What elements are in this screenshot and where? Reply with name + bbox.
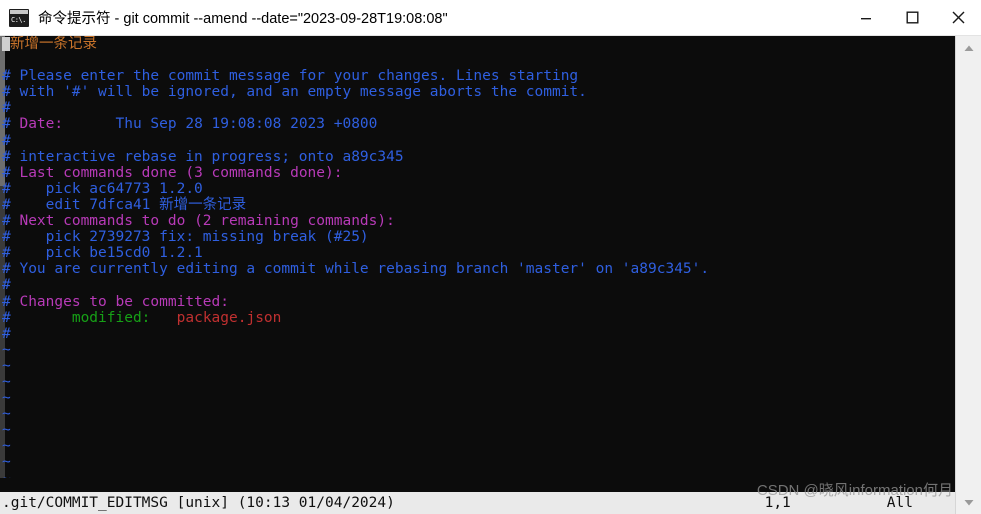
terminal-text: Changes to be committed:	[19, 293, 229, 310]
terminal-line-next-2: # pick be15cd0 1.2.1	[0, 245, 955, 261]
terminal-line-next-commands-header: # Next commands to do (2 remaining comma…	[0, 213, 955, 229]
chevron-up-icon	[964, 45, 973, 51]
terminal-line-currently-editing: # You are currently editing a commit whi…	[0, 261, 955, 277]
terminal-text: #	[2, 213, 20, 230]
terminal-line-changes-1: # modified: package.json	[0, 310, 955, 326]
maximize-icon	[906, 11, 919, 24]
terminal-text: #	[2, 277, 11, 294]
minimize-icon	[861, 17, 871, 19]
title-bar[interactable]: C:\. 命令提示符 - git commit --amend --date="…	[0, 0, 981, 36]
terminal-line-help-1: # Please enter the commit message for yo…	[0, 68, 955, 84]
scroll-down-arrow-icon[interactable]	[956, 490, 981, 514]
terminal-area[interactable]: 新增一条记录 # Please enter the commit message…	[0, 36, 981, 514]
close-button[interactable]	[935, 0, 981, 35]
terminal-text: package.json	[176, 309, 282, 326]
cmd-icon: C:\.	[9, 8, 29, 27]
terminal-text: 新增一条记录	[10, 36, 97, 52]
vertical-scrollbar[interactable]	[955, 36, 981, 514]
terminal-line-help-2: # with '#' will be ignored, and an empty…	[0, 84, 955, 100]
terminal-text: Next commands to do (2 remaining command…	[19, 213, 395, 230]
terminal-line-date: # Date: Thu Sep 28 19:08:08 2023 +0800	[0, 116, 955, 132]
terminal-text: ~	[2, 373, 11, 390]
terminal-text: ~	[2, 438, 11, 455]
vim-status-bar: .git/COMMIT_EDITMSG [unix] (10:13 01/04/…	[0, 492, 955, 514]
terminal-text: Last commands done (3 commands done):	[19, 164, 343, 181]
terminal-text: # pick ac64773 1.2.0	[2, 180, 203, 197]
terminal-line-rebase-progress: # interactive rebase in progress; onto a…	[0, 149, 955, 165]
terminal-line-tilde-2: ~	[0, 358, 955, 374]
terminal-line-tilde-8: ~	[0, 454, 955, 470]
terminal-text: # pick be15cd0 1.2.1	[2, 245, 203, 262]
terminal-line-hash-4: #	[0, 326, 955, 342]
close-icon	[952, 11, 964, 24]
terminal-text: # You are currently editing a commit whi…	[2, 261, 710, 278]
terminal-text: # Please enter the commit message for yo…	[2, 68, 579, 85]
terminal-text: #	[2, 309, 72, 326]
terminal-text: #	[2, 164, 20, 181]
terminal-text: ~	[2, 341, 11, 358]
terminal-line-tilde-3: ~	[0, 374, 955, 390]
terminal-text: ~	[2, 406, 11, 423]
terminal-text: # with '#' will be ignored, and an empty…	[2, 84, 587, 101]
terminal-line-tilde-4: ~	[0, 390, 955, 406]
terminal-line-hash-2: #	[0, 133, 955, 149]
status-cursor-position: 1,1 All	[764, 495, 913, 511]
terminal-line-done-1: # pick ac64773 1.2.0	[0, 181, 955, 197]
terminal-line-hash-3: #	[0, 277, 955, 293]
terminal-text: # interactive rebase in progress; onto a…	[2, 148, 404, 165]
terminal-line-next-1: # pick 2739273 fix: missing break (#25)	[0, 229, 955, 245]
terminal-text: #	[2, 293, 20, 310]
terminal-line-hash-1: #	[0, 100, 955, 116]
terminal-text: #	[2, 132, 11, 149]
text-cursor	[2, 37, 10, 51]
terminal-text: ~	[2, 471, 11, 478]
terminal-line-tilde-5: ~	[0, 406, 955, 422]
maximize-button[interactable]	[889, 0, 935, 35]
terminal-text: # pick 2739273 fix: missing break (#25)	[2, 229, 369, 246]
terminal-line-last-commands-header: # Last commands done (3 commands done):	[0, 165, 955, 181]
terminal-text: #	[2, 116, 20, 133]
terminal-line-tilde-1: ~	[0, 342, 955, 358]
terminal-text: ~	[2, 422, 11, 439]
terminal-text: #	[2, 100, 11, 117]
terminal-line-commit-subject: 新增一条记录	[0, 36, 955, 52]
terminal-text: ~	[2, 454, 11, 471]
window-title: 命令提示符 - git commit --amend --date="2023-…	[38, 11, 448, 27]
chevron-down-icon	[964, 499, 973, 505]
terminal-line-done-2: # edit 7dfca41 新增一条记录	[0, 197, 955, 213]
terminal-text: #	[2, 325, 11, 342]
terminal-line-blank-1	[0, 52, 955, 68]
cmd-icon-prompt-text: C:\.	[10, 14, 28, 26]
terminal-line-tilde-7: ~	[0, 438, 955, 454]
terminal-line-changes-header: # Changes to be committed:	[0, 294, 955, 310]
cmd-window: C:\. 命令提示符 - git commit --amend --date="…	[0, 0, 981, 514]
vim-editor-screen[interactable]: 新增一条记录 # Please enter the commit message…	[0, 36, 955, 478]
terminal-line-tilde-9: ~	[0, 471, 955, 478]
terminal-text: Thu Sep 28 19:08:08 2023 +0800	[63, 116, 378, 133]
terminal-text: Date:	[19, 116, 64, 133]
terminal-text: ~	[2, 390, 11, 407]
terminal-text: modified:	[71, 309, 151, 326]
terminal-text: ~	[2, 357, 11, 374]
minimize-button[interactable]	[843, 0, 889, 35]
status-file-info: .git/COMMIT_EDITMSG [unix] (10:13 01/04/…	[2, 495, 395, 511]
scroll-up-arrow-icon[interactable]	[956, 36, 981, 60]
terminal-line-tilde-6: ~	[0, 422, 955, 438]
terminal-text: # edit 7dfca41 新增一条记录	[2, 196, 247, 213]
